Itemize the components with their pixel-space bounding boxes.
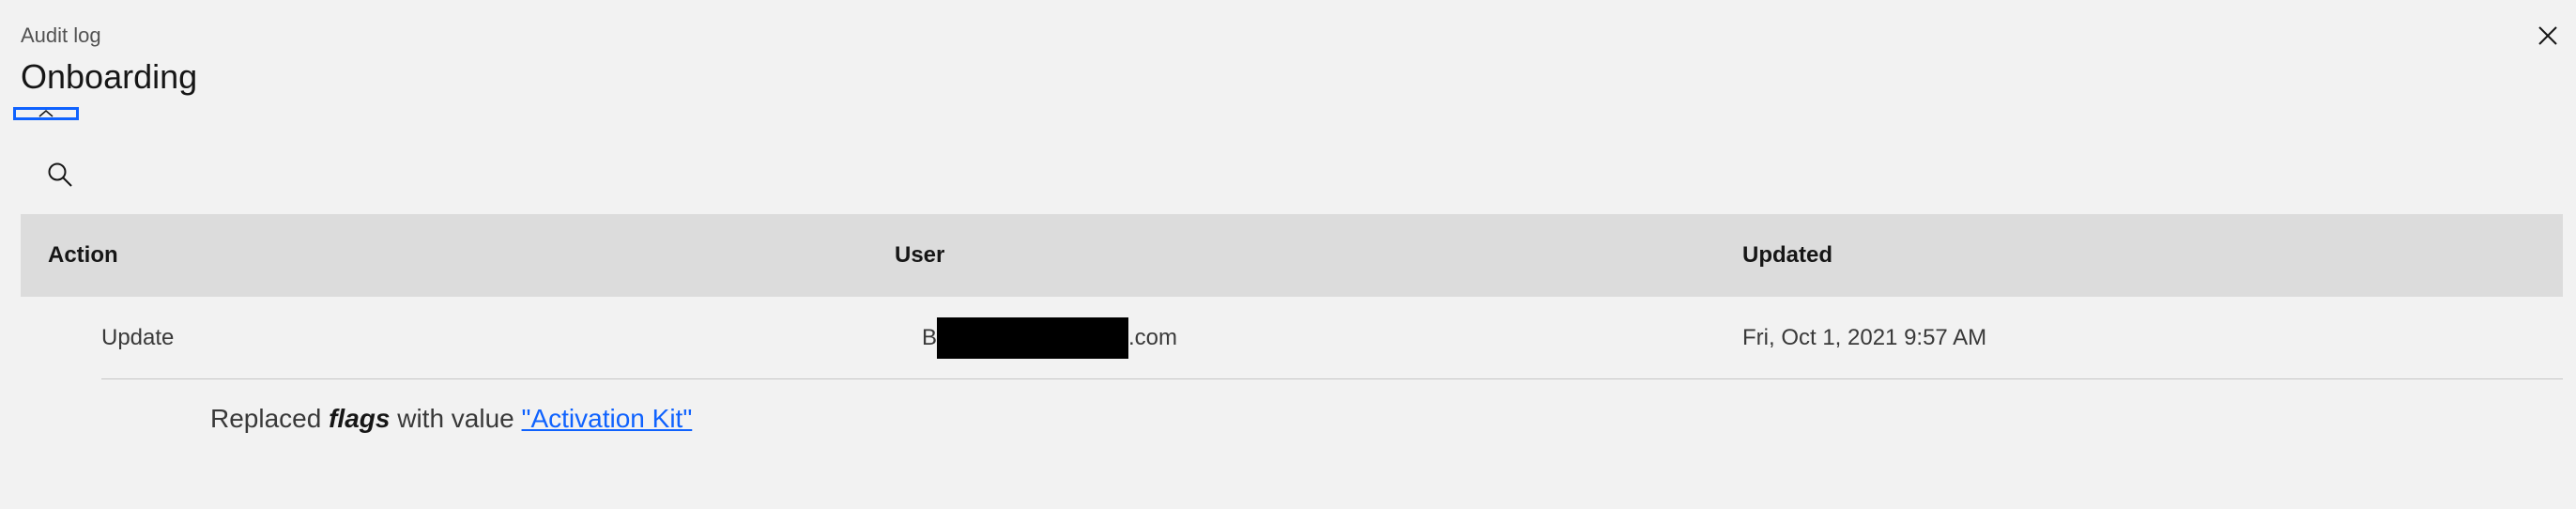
close-icon bbox=[2538, 26, 2557, 45]
changed-field: flags bbox=[329, 404, 391, 433]
close-button[interactable] bbox=[2527, 15, 2568, 56]
changed-value-link[interactable]: "Activation Kit" bbox=[522, 404, 693, 433]
search-icon bbox=[48, 162, 72, 187]
action-cell: Update bbox=[101, 325, 175, 350]
row-expand-button[interactable] bbox=[13, 107, 79, 120]
expanded-row-detail: Replaced flags with value "Activation Ki… bbox=[21, 379, 2563, 466]
table-row[interactable]: Update B .com Fri, Oct 1, 2021 9:57 AM bbox=[21, 297, 2563, 379]
redaction-block bbox=[937, 317, 1129, 359]
user-prefix: B bbox=[922, 325, 938, 350]
column-header-user[interactable]: User bbox=[895, 214, 944, 297]
user-cell: B .com bbox=[922, 297, 1177, 379]
chevron-up-icon bbox=[38, 110, 54, 117]
change-description: Replaced flags with value "Activation Ki… bbox=[210, 400, 692, 438]
user-suffix: .com bbox=[1128, 325, 1178, 350]
change-prefix: Replaced bbox=[210, 404, 322, 433]
table-header: Action User Updated bbox=[21, 214, 2563, 297]
updated-cell: Fri, Oct 1, 2021 9:57 AM bbox=[1742, 325, 1987, 350]
audit-table: Action User Updated Update B .com Fri, Oc… bbox=[21, 214, 2563, 466]
column-header-action[interactable]: Action bbox=[48, 214, 118, 297]
audit-log-panel: Audit log Onboarding Action User Updated… bbox=[0, 0, 2576, 509]
change-middle: with value bbox=[397, 404, 514, 433]
column-header-updated[interactable]: Updated bbox=[1742, 214, 1832, 297]
search-button[interactable] bbox=[34, 150, 86, 199]
panel-title: Onboarding bbox=[21, 57, 198, 96]
panel-label: Audit log bbox=[21, 23, 101, 47]
